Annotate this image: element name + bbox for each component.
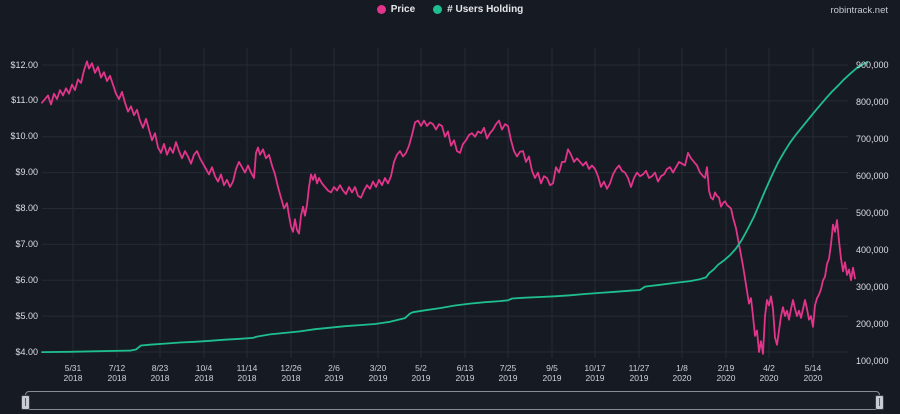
x-axis-label: 8/23 2018 [138,363,182,383]
x-axis-label-date: 10/17 [584,363,606,373]
x-axis-label: 6/13 2019 [443,363,487,383]
x-axis-label-year: 2019 [629,373,649,383]
y-axis-left-label: $5.00 [15,310,38,321]
x-axis-label: 4/2 2020 [747,363,791,383]
y-axis-left-label: $7.00 [15,238,38,249]
y-axis-left-label: $4.00 [15,346,38,357]
x-axis-label: 5/14 2020 [791,363,835,383]
y-axis-right-label: 500,000 [856,207,889,218]
users-holding-line [41,61,868,354]
y-axis-right-label: 700,000 [856,133,889,144]
robintrack-chart-page: Price # Users Holding robintrack.net $12… [0,0,900,414]
y-axis-right-label: 400,000 [856,244,889,255]
x-axis-label-year: 2019 [324,373,344,383]
x-axis-label-date: 11/14 [236,363,258,373]
x-axis-label: 10/17 2019 [573,363,617,383]
x-axis-label: 2/19 2020 [704,363,748,383]
x-axis-label-year: 2020 [803,373,823,383]
x-axis-label-date: 4/2 [763,363,775,373]
x-axis-label-year: 2018 [150,373,170,383]
x-axis-label-date: 1/8 [676,363,688,373]
y-axis-right-label: 800,000 [856,96,889,107]
x-axis-label-date: 8/23 [151,363,169,373]
x-axis-label-year: 2019 [368,373,388,383]
x-axis-label-date: 2/19 [717,363,735,373]
y-axis-right-label: 600,000 [856,170,889,181]
x-axis-label-date: 7/12 [108,363,126,373]
x-axis-label: 9/5 2019 [530,363,574,383]
x-axis-label: 2/6 2019 [312,363,356,383]
x-axis-label-date: 5/31 [64,363,82,373]
y-axis-left-label: $12.00 [10,59,38,70]
x-axis-label-year: 2018 [63,373,83,383]
y-axis-left-label: $6.00 [15,274,38,285]
x-axis-label: 1/8 2020 [660,363,704,383]
x-axis-label-year: 2018 [237,373,257,383]
x-axis-label: 10/4 2018 [182,363,226,383]
x-axis-label: 7/12 2018 [95,363,139,383]
x-axis-label-date: 10/4 [195,363,213,373]
x-axis-label-date: 3/20 [369,363,387,373]
x-axis-label-date: 2/6 [328,363,340,373]
x-axis-label: 12/26 2018 [269,363,313,383]
y-axis-right-label: 100,000 [856,355,889,366]
x-axis-label-date: 12/26 [280,363,302,373]
range-navigator[interactable] [21,391,884,410]
x-axis-label-year: 2019 [542,373,562,383]
x-axis-label: 3/20 2019 [356,363,400,383]
y-axis-left-label: $11.00 [11,95,38,106]
navigator-left-handle[interactable] [21,395,30,410]
y-axis-left-label: $9.00 [15,167,38,178]
x-axis-label-year: 2019 [455,373,475,383]
x-axis-label-date: 5/14 [804,363,822,373]
x-axis-label: 5/2 2019 [399,363,443,383]
x-axis-label: 11/14 2018 [225,363,269,383]
y-axis-right-label: 900,000 [856,59,889,70]
y-axis-left-label: $8.00 [15,203,38,213]
x-axis-label: 11/27 2019 [617,363,661,383]
price-line [41,60,856,355]
y-axis-right-label: 200,000 [856,318,889,329]
x-axis-label-year: 2018 [107,373,127,383]
x-axis-label-year: 2019 [585,373,605,383]
x-axis-label-date: 6/13 [456,363,474,373]
x-axis-label-year: 2019 [411,373,431,383]
x-axis-label-year: 2018 [194,373,214,383]
y-axis-left-label: $10.00 [10,131,38,142]
x-axis-label-year: 2020 [759,373,779,383]
x-axis-label-date: 9/5 [546,363,558,373]
x-axis-label-date: 11/27 [628,363,650,373]
x-axis-label: 7/25 2019 [486,363,530,383]
x-axis-label-year: 2020 [672,373,692,383]
x-axis-label-year: 2020 [716,373,736,383]
y-axis-right-label: 300,000 [856,281,889,292]
x-axis-label-year: 2018 [281,373,301,383]
x-axis-label-year: 2019 [498,373,518,383]
x-axis-label: 5/31 2018 [51,363,95,383]
x-axis-label-date: 5/2 [415,363,427,373]
navigator-right-handle[interactable] [875,395,884,410]
price-users-chart [41,48,868,358]
x-axis-label-date: 7/25 [499,363,517,373]
